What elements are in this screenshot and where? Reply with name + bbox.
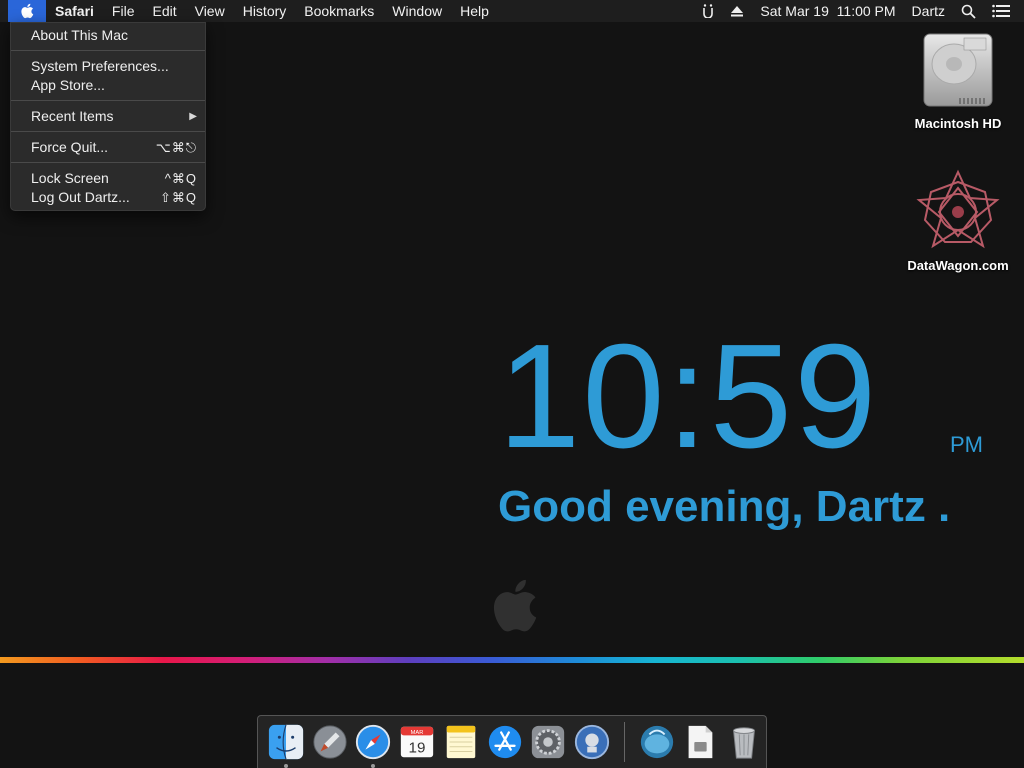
notification-center-icon bbox=[992, 4, 1010, 18]
menu-item-log-out[interactable]: Log Out Dartz... ⇧⌘Q bbox=[11, 188, 205, 207]
menu-item-recent-items[interactable]: Recent Items ▶ bbox=[11, 107, 205, 126]
finder-icon bbox=[268, 724, 303, 760]
rainbow-divider bbox=[0, 657, 1024, 663]
safari-icon bbox=[356, 724, 391, 760]
running-indicator bbox=[371, 764, 376, 768]
clock-ampm: PM bbox=[950, 432, 983, 457]
spotlight-search-icon bbox=[961, 4, 976, 19]
notification-center-button[interactable] bbox=[984, 4, 1024, 18]
dock-system-preferences[interactable] bbox=[529, 722, 568, 762]
menu-item-shortcut: ⇧⌘Q bbox=[159, 190, 197, 205]
disk-utility-icon bbox=[574, 724, 610, 760]
system-preferences-icon bbox=[532, 725, 565, 759]
apple-logo-watermark-icon bbox=[493, 579, 537, 632]
svg-text:MAR: MAR bbox=[411, 730, 424, 736]
svg-text:19: 19 bbox=[409, 739, 426, 756]
dock-notes[interactable] bbox=[441, 722, 480, 762]
notes-icon bbox=[446, 725, 476, 759]
launchpad-icon bbox=[312, 725, 347, 759]
menu-item-label: Recent Items bbox=[31, 108, 114, 124]
menu-item-system-preferences[interactable]: System Preferences... bbox=[11, 57, 205, 76]
eject-icon bbox=[731, 6, 744, 17]
dock-downloads[interactable] bbox=[637, 722, 676, 762]
menu-bookmarks[interactable]: Bookmarks bbox=[295, 0, 383, 22]
menu-item-label: System Preferences... bbox=[31, 58, 169, 74]
apple-menu-button[interactable] bbox=[8, 0, 46, 22]
menu-separator bbox=[11, 50, 205, 51]
datawagon-logo-icon bbox=[916, 169, 1000, 249]
menu-item-label: Lock Screen bbox=[31, 170, 109, 186]
running-indicator bbox=[283, 764, 288, 768]
desktop-icon-label: Macintosh HD bbox=[914, 116, 1002, 131]
user-menu[interactable]: Dartz bbox=[904, 0, 953, 22]
menu-item-label: About This Mac bbox=[31, 27, 129, 43]
menu-item-label: Force Quit... bbox=[31, 139, 109, 155]
app-menu-safari[interactable]: Safari bbox=[46, 0, 103, 22]
clock-widget: 10:59 PM Good evening, Dartz . bbox=[498, 314, 998, 532]
menu-item-label: Log Out Dartz... bbox=[31, 189, 130, 205]
desktop-icon-label: DataWagon.com bbox=[907, 258, 1009, 273]
eject-menu[interactable] bbox=[722, 5, 752, 17]
dock-finder[interactable] bbox=[266, 722, 305, 768]
submenu-arrow-icon: ▶ bbox=[189, 111, 197, 122]
dock-calendar[interactable]: MAR 19 bbox=[397, 722, 436, 762]
calendar-icon: MAR 19 bbox=[400, 726, 434, 758]
menu-window[interactable]: Window bbox=[383, 0, 451, 22]
menu-separator bbox=[11, 162, 205, 163]
desktop-icon-macintosh-hd[interactable]: Macintosh HD bbox=[898, 32, 1018, 131]
dock-trash[interactable] bbox=[725, 722, 764, 762]
menu-item-app-store[interactable]: App Store... bbox=[11, 76, 205, 95]
apple-icon bbox=[21, 3, 34, 19]
downloads-folder-icon bbox=[640, 725, 673, 759]
document-icon bbox=[689, 725, 713, 759]
menu-item-force-quit[interactable]: Force Quit... ⌥⌘⎋ bbox=[11, 138, 205, 157]
clock-menu[interactable]: Sat Mar 19 11:00 PM bbox=[752, 0, 903, 22]
dock-document[interactable] bbox=[681, 722, 720, 762]
clock-time: 10:59 bbox=[498, 314, 879, 479]
accessibility-menu[interactable] bbox=[694, 4, 722, 18]
menu-edit[interactable]: Edit bbox=[143, 0, 185, 22]
menu-item-shortcut: ⌥⌘⎋ bbox=[155, 140, 197, 155]
dock-safari[interactable] bbox=[354, 722, 393, 768]
spotlight-button[interactable] bbox=[953, 4, 984, 19]
dock-launchpad[interactable] bbox=[310, 722, 349, 762]
dock-separator bbox=[623, 722, 625, 762]
menu-item-lock-screen[interactable]: Lock Screen ^⌘Q bbox=[11, 169, 205, 188]
menu-separator bbox=[11, 131, 205, 132]
desktop-icon-datawagon[interactable]: DataWagon.com bbox=[898, 168, 1018, 273]
menu-item-shortcut: ^⌘Q bbox=[164, 171, 197, 186]
dock: MAR 19 bbox=[257, 715, 767, 768]
dock-app-store[interactable] bbox=[485, 722, 524, 762]
accessibility-icon bbox=[703, 4, 714, 18]
menu-bar: Safari File Edit View History Bookmarks … bbox=[0, 0, 1024, 22]
menu-item-about-this-mac[interactable]: About This Mac bbox=[11, 26, 205, 45]
menu-item-label: App Store... bbox=[31, 77, 105, 93]
app-store-icon bbox=[488, 725, 521, 759]
dock-disk-utility[interactable] bbox=[572, 722, 611, 762]
menu-separator bbox=[11, 100, 205, 101]
menu-help[interactable]: Help bbox=[451, 0, 498, 22]
menu-history[interactable]: History bbox=[234, 0, 296, 22]
menu-file[interactable]: File bbox=[103, 0, 144, 22]
menu-view[interactable]: View bbox=[186, 0, 234, 22]
hard-drive-icon bbox=[923, 33, 993, 107]
trash-icon bbox=[733, 727, 756, 759]
apple-menu-dropdown: About This Mac System Preferences... App… bbox=[10, 22, 206, 211]
greeting-text: Good evening, Dartz . bbox=[498, 482, 951, 531]
